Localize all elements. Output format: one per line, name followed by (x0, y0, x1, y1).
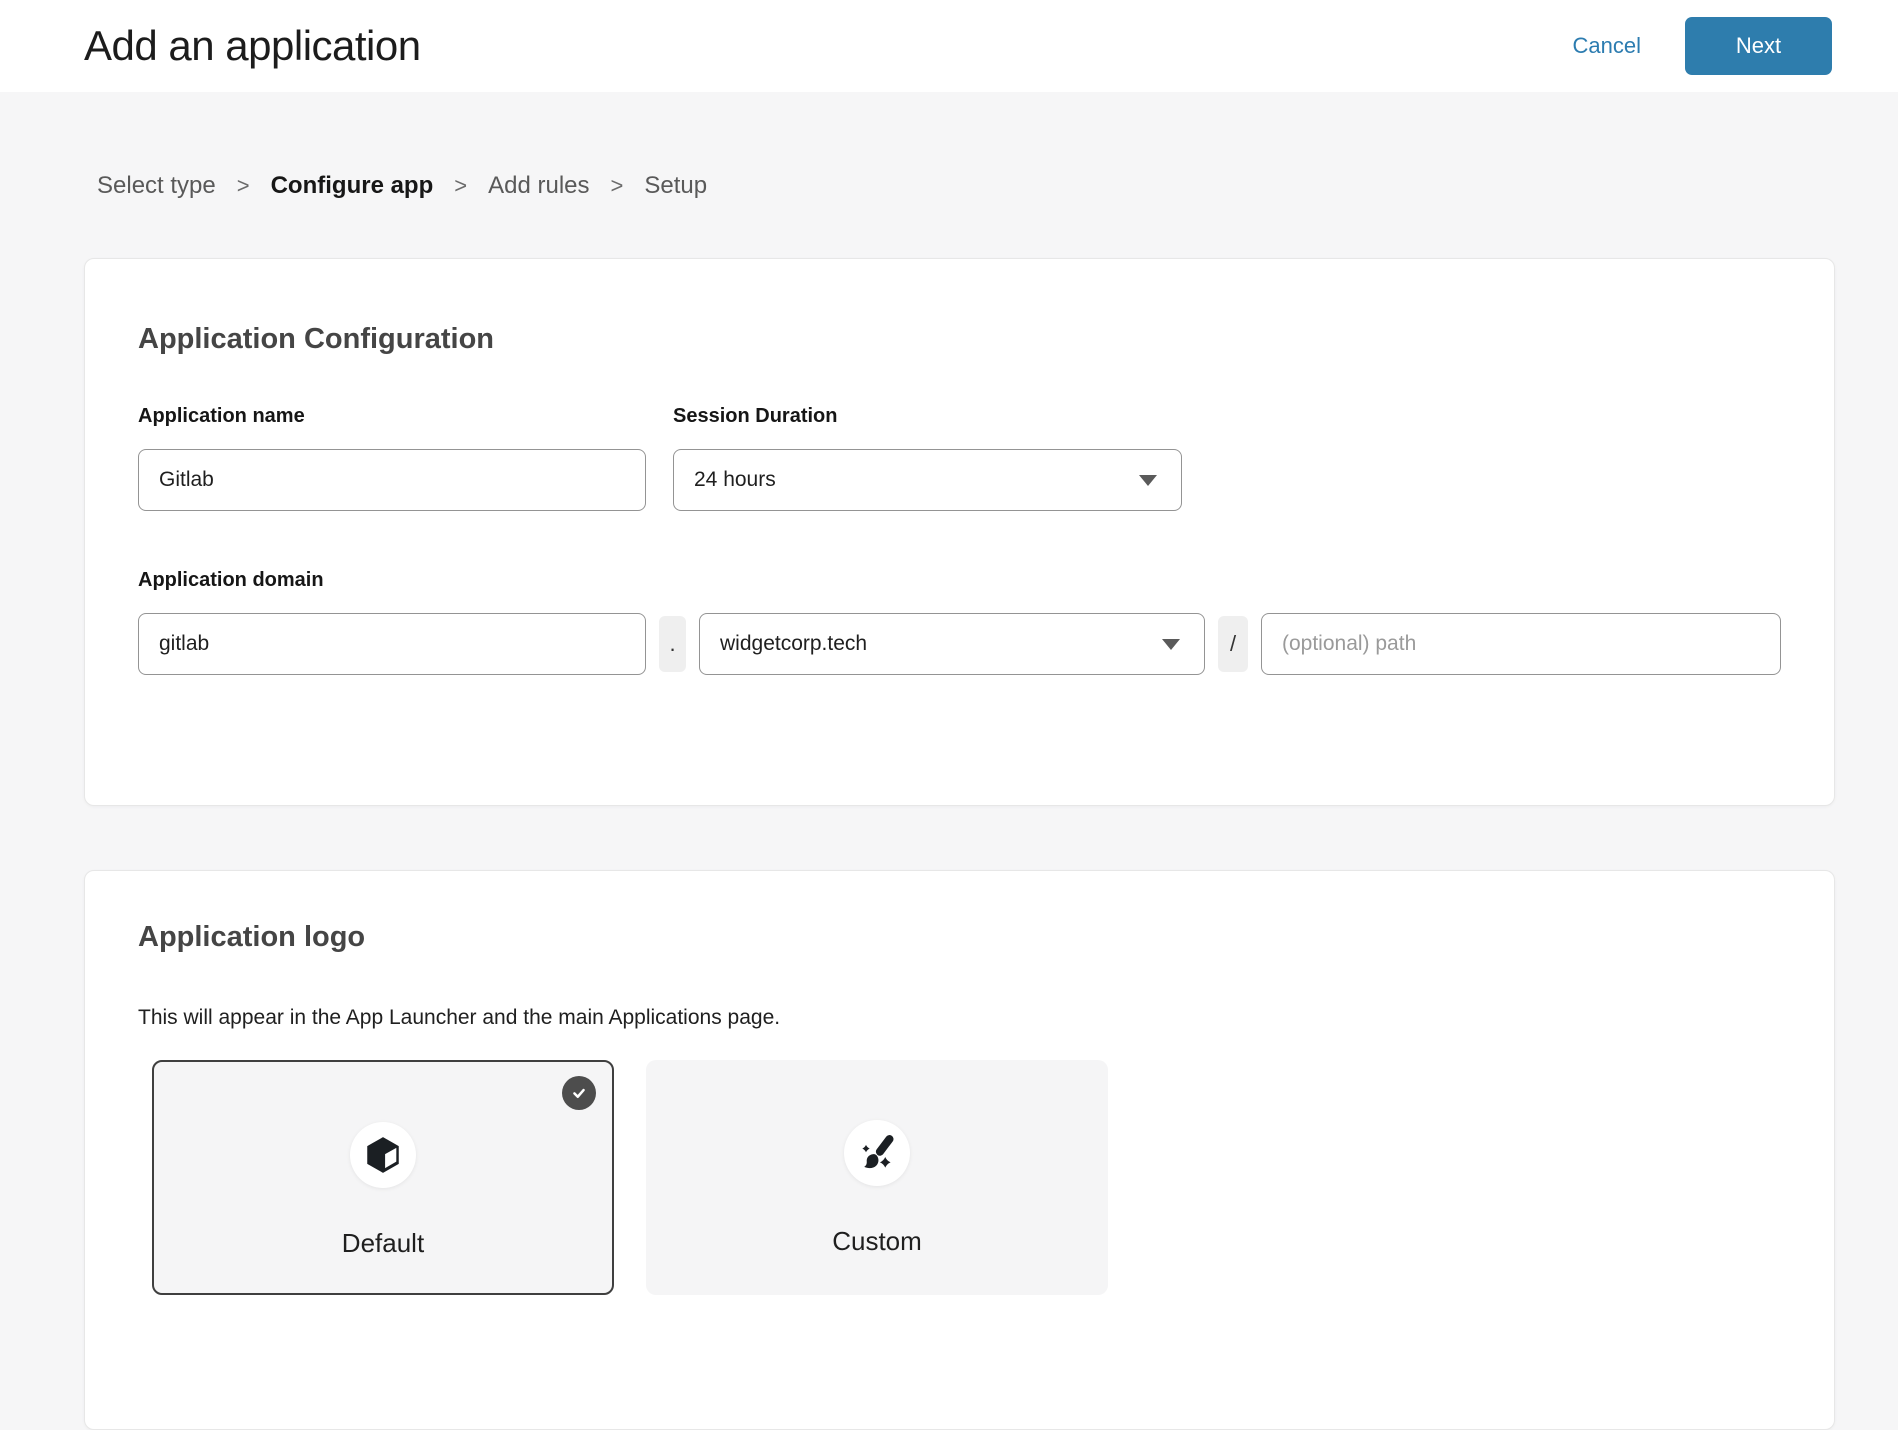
default-logo-circle (350, 1122, 416, 1188)
application-domain-group: Application domain . widgetcorp.tech / (138, 568, 1781, 675)
logo-option-label: Default (342, 1228, 424, 1259)
selected-check-badge (562, 1076, 596, 1110)
domain-select-value: widgetcorp.tech (720, 632, 867, 656)
breadcrumb-separator: > (237, 173, 250, 199)
application-configuration-card: Application Configuration Application na… (84, 258, 1835, 806)
dot-separator: . (659, 616, 686, 672)
session-duration-select[interactable]: 24 hours (673, 449, 1182, 511)
chevron-down-icon (1139, 475, 1157, 486)
page-title: Add an application (84, 22, 421, 70)
path-input[interactable] (1261, 613, 1781, 675)
application-name-label: Application name (138, 404, 646, 429)
name-duration-row: Application name Session Duration 24 hou… (138, 404, 1781, 511)
check-icon (569, 1083, 589, 1103)
breadcrumb-select-type[interactable]: Select type (97, 172, 216, 200)
session-duration-value: 24 hours (694, 468, 776, 492)
application-logo-card: Application logo This will appear in the… (84, 870, 1835, 1430)
page-header: Add an application Cancel Next (0, 0, 1898, 92)
subdomain-input[interactable] (138, 613, 646, 675)
chevron-down-icon (1162, 639, 1180, 650)
application-name-group: Application name (138, 404, 646, 511)
cancel-button[interactable]: Cancel (1573, 33, 1641, 59)
session-duration-group: Session Duration 24 hours (673, 404, 1182, 511)
session-duration-label: Session Duration (673, 404, 1182, 429)
application-domain-label: Application domain (138, 568, 1781, 593)
paintbrush-icon (855, 1131, 899, 1175)
breadcrumb-setup[interactable]: Setup (644, 172, 707, 200)
slash-separator: / (1218, 616, 1248, 672)
custom-logo-circle (844, 1120, 910, 1186)
breadcrumb-add-rules[interactable]: Add rules (488, 172, 589, 200)
breadcrumb: Select type > Configure app > Add rules … (97, 172, 707, 200)
domain-select[interactable]: widgetcorp.tech (699, 613, 1205, 675)
application-name-input[interactable] (138, 449, 646, 511)
application-configuration-title: Application Configuration (138, 321, 1781, 357)
cube-icon (362, 1134, 404, 1176)
breadcrumb-separator: > (454, 173, 467, 199)
breadcrumb-configure-app[interactable]: Configure app (271, 172, 434, 200)
breadcrumb-separator: > (611, 173, 624, 199)
logo-option-label: Custom (832, 1226, 922, 1257)
application-logo-title: Application logo (138, 919, 1781, 955)
header-actions: Cancel Next (1573, 17, 1832, 75)
application-domain-row: . widgetcorp.tech / (138, 613, 1781, 675)
next-button[interactable]: Next (1685, 17, 1832, 75)
application-logo-description: This will appear in the App Launcher and… (138, 1005, 1781, 1031)
